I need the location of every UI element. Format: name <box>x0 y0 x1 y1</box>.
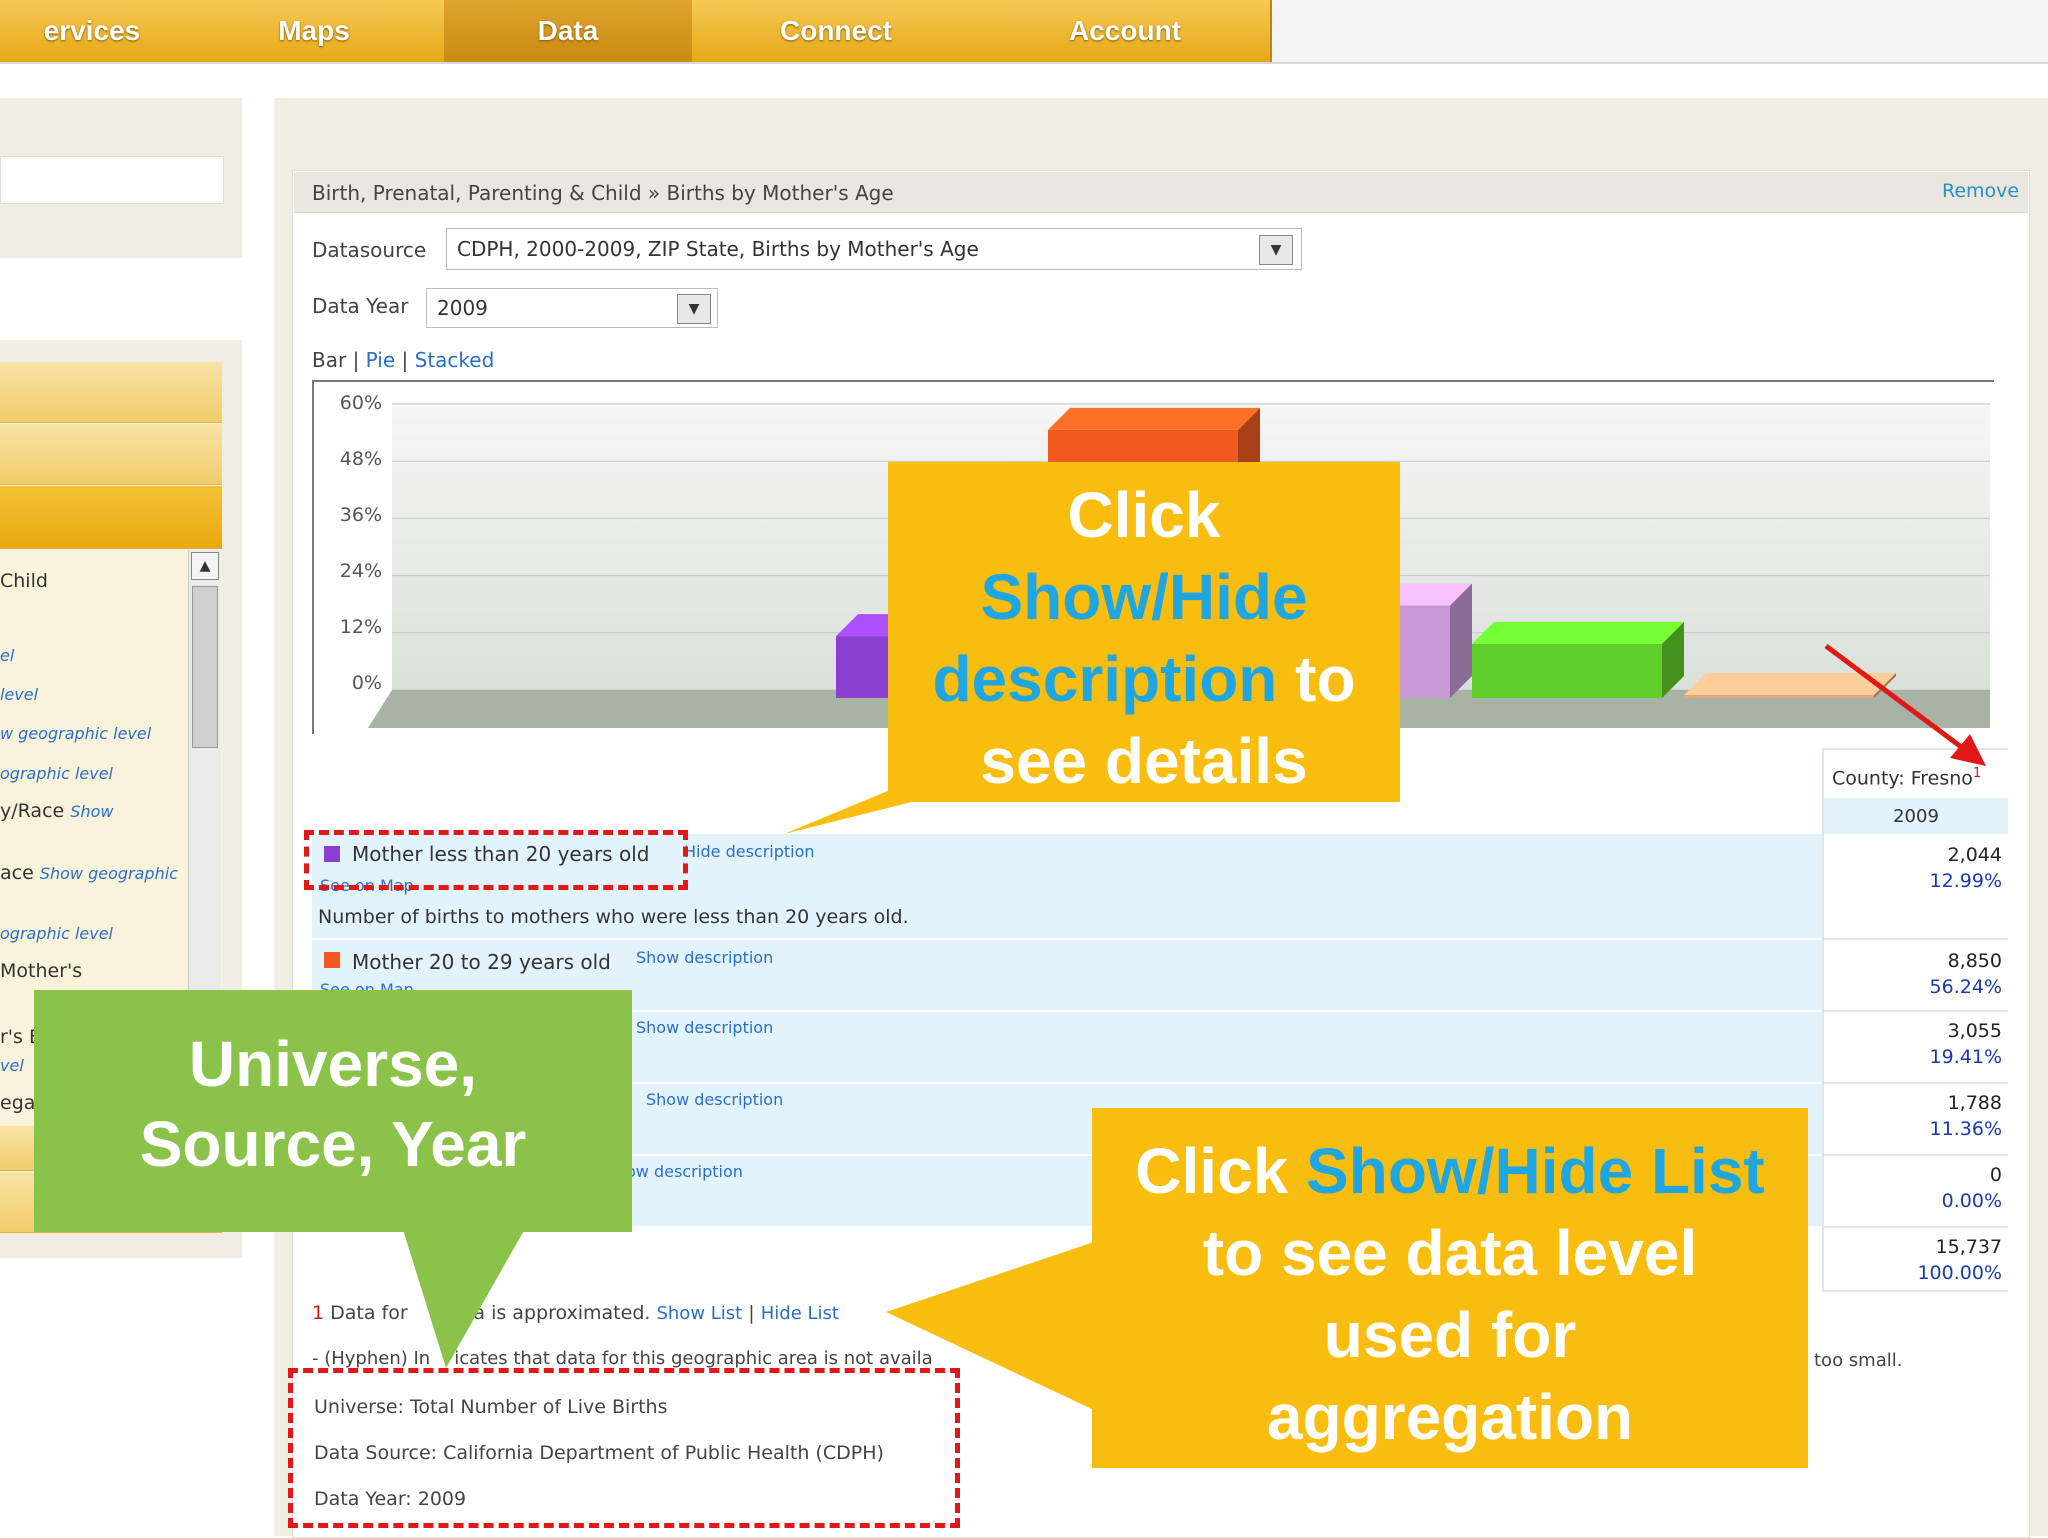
callout-text: Click <box>1135 1135 1307 1207</box>
red-arrow-line <box>1824 643 1970 755</box>
callout-line: Universe, <box>188 1028 478 1100</box>
callout-show-hide-list: Click Show/Hide List to see data level u… <box>1092 1108 1808 1468</box>
callout-show-hide-description: Click Show/Hide description to see detai… <box>888 462 1400 802</box>
callout-line: Click Show/Hide List <box>1092 1130 1808 1212</box>
callout-line: see details <box>980 725 1308 797</box>
callout-pointer <box>886 1242 1094 1410</box>
callout-line: description to <box>888 638 1400 720</box>
callout-highlight: description <box>932 643 1278 715</box>
callout-universe-source-year: Universe, Source, Year <box>34 990 632 1232</box>
callout-line: Click <box>1067 479 1221 551</box>
callout-highlight: Show/Hide List <box>1306 1135 1765 1207</box>
callout-highlight: Show/Hide <box>980 561 1308 633</box>
callout-line: Source, Year <box>139 1108 527 1180</box>
callout-line: aggregation <box>1266 1381 1634 1453</box>
callout-text: to <box>1277 643 1356 715</box>
red-arrow-head <box>1950 734 1986 766</box>
callout-line: to see data level <box>1202 1217 1698 1289</box>
callout-pointer <box>400 1220 530 1368</box>
callout-line: used for <box>1323 1299 1577 1371</box>
